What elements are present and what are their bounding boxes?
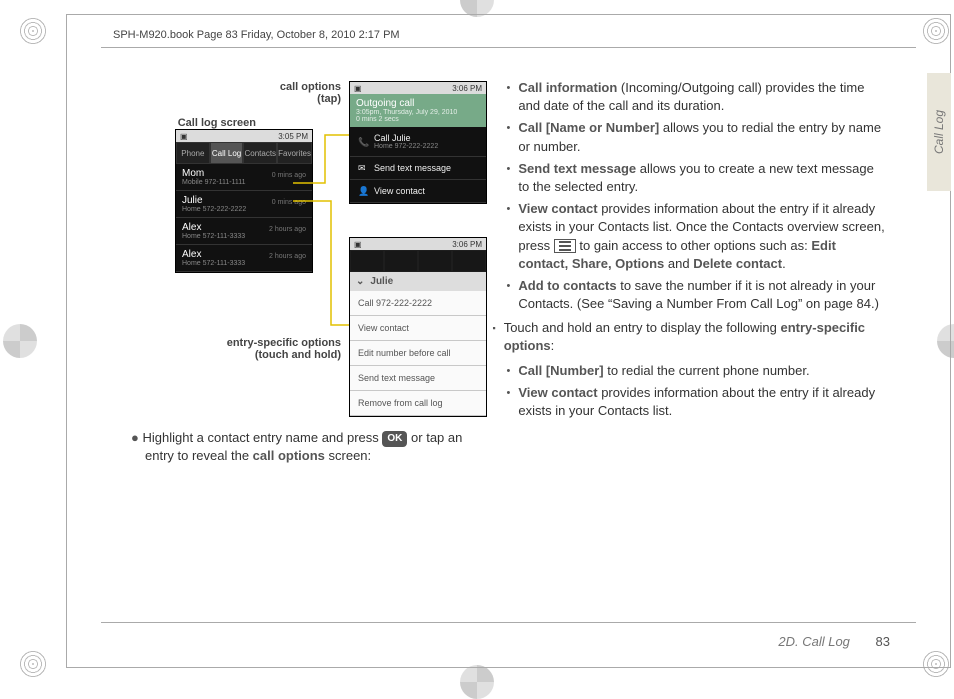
table-row[interactable]: AlexHome 572-111-33332 hours ago [176, 218, 312, 245]
table-row[interactable]: JulieHome 572-222-22220 mins ago [176, 191, 312, 218]
page-footer: 2D. Call Log 83 [778, 634, 890, 649]
contact-icon: 👤 [358, 186, 368, 196]
list-item[interactable]: Remove from call log [350, 391, 486, 416]
page-body: call options (tap) Call log screen entry… [101, 75, 910, 607]
callout-call-options: call options (tap) [101, 81, 341, 105]
table-row[interactable]: AlexHome 572-111-33332 hours ago [176, 245, 312, 272]
bullet-item: Add to contacts to save the number if it… [507, 277, 887, 313]
page-number: 83 [876, 634, 890, 649]
running-header: SPH-M920.book Page 83 Friday, October 8,… [67, 15, 950, 47]
registration-mark-mb [460, 665, 494, 699]
screenshot-entry-options: ▣3:06 PM ⌄Julie Call 972-222-2222 View c… [349, 237, 487, 417]
footer-rule [101, 622, 916, 623]
list-item[interactable]: Edit number before call [350, 341, 486, 366]
menu-button-glyph [554, 239, 576, 253]
bullet-item: View contact provides information about … [507, 200, 887, 273]
tab-favorites[interactable]: Favorites [277, 142, 312, 164]
screenshot-call-options: ▣3:06 PM Outgoing call 3:05pm, Thursday,… [349, 81, 487, 204]
thumb-tab: Call Log [927, 73, 951, 191]
table-row[interactable]: MomMobile 972-111-11110 mins ago [176, 164, 312, 191]
status-bar: ▣3:06 PM [350, 82, 486, 94]
bullet-item: Call [Name or Number] allows you to redi… [507, 119, 887, 155]
phone-icon: 📞 [358, 137, 368, 147]
bullet-item: Call information (Incoming/Outgoing call… [507, 79, 887, 115]
message-icon: ✉ [358, 163, 368, 173]
callout-call-log-screen: Call log screen [101, 117, 256, 129]
bullet-item: Send text message allows you to create a… [507, 160, 887, 196]
list-item[interactable]: 📞Call JulieHome 972-222-2222 [350, 127, 486, 157]
registration-mark-bl [18, 649, 48, 679]
status-bar: ▣3:05 PM [176, 130, 312, 142]
registration-mark-ml [3, 324, 37, 358]
status-bar: ▣3:06 PM [350, 238, 486, 250]
callout-entry-options: entry-specific options (touch and hold) [101, 337, 341, 361]
toolbar: Phone Call Log Contacts Favorites [176, 142, 312, 164]
screenshot-call-log: ▣3:05 PM Phone Call Log Contacts Favorit… [175, 129, 313, 273]
bullet-item: View contact provides information about … [507, 384, 887, 420]
tab-phone[interactable]: Phone [176, 142, 210, 164]
down-icon: ⌄ [356, 276, 364, 287]
list-item[interactable]: Call 972-222-2222 [350, 291, 486, 316]
square-bullet-item: Touch and hold an entry to display the f… [493, 319, 887, 355]
list-item[interactable]: Send text message [350, 366, 486, 391]
tab-call-log[interactable]: Call Log [210, 142, 244, 164]
list-item[interactable]: View contact [350, 316, 486, 341]
list-item[interactable]: ✉Send text message [350, 157, 486, 180]
header-rule [101, 47, 916, 48]
call-info-header: Outgoing call 3:05pm, Thursday, July 29,… [350, 94, 486, 127]
tab-contacts[interactable]: Contacts [243, 142, 277, 164]
dialog-title: ⌄Julie [350, 272, 486, 291]
body-sentence: ● Highlight a contact entry name and pre… [145, 429, 481, 465]
list-item[interactable]: 👤View contact [350, 180, 486, 203]
ok-button-glyph: OK [382, 431, 407, 447]
toolbar-dim [350, 250, 486, 272]
right-column: Call information (Incoming/Outgoing call… [507, 75, 911, 607]
bullet-item: Call [Number] to redial the current phon… [507, 362, 887, 380]
registration-mark-tl [18, 16, 48, 46]
context-dialog: ⌄Julie Call 972-222-2222 View contact Ed… [350, 272, 486, 416]
page-frame: SPH-M920.book Page 83 Friday, October 8,… [66, 14, 951, 668]
section-title: 2D. Call Log [778, 634, 850, 649]
left-column: call options (tap) Call log screen entry… [101, 75, 481, 607]
